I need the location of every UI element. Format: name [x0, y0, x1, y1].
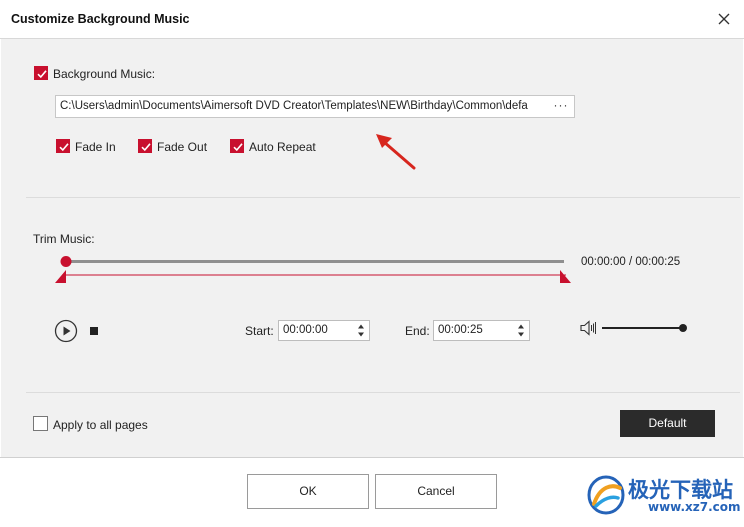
music-path-field[interactable]: C:\Users\admin\Documents\Aimersoft DVD C…: [55, 95, 575, 118]
music-path-text: C:\Users\admin\Documents\Aimersoft DVD C…: [60, 100, 528, 112]
watermark: 极光下载站 www.xz7.com: [584, 470, 741, 520]
spinner-arrows-icon[interactable]: [517, 323, 525, 338]
playhead-handle[interactable]: [60, 256, 72, 267]
play-icon: [63, 326, 71, 336]
trim-start-handle[interactable]: [55, 270, 66, 283]
checkmark-icon: [59, 143, 69, 152]
title-bar: Customize Background Music: [0, 0, 744, 39]
trim-slider[interactable]: [52, 252, 576, 286]
section-divider: [26, 197, 740, 198]
checkmark-icon: [233, 143, 243, 152]
section-divider: [26, 392, 740, 393]
auto-repeat-label: Auto Repeat: [249, 140, 316, 154]
trim-track: [64, 260, 564, 263]
time-display: 00:00:00 / 00:00:25: [581, 256, 681, 268]
checkmark-icon: [37, 70, 47, 79]
spinner-arrows-icon[interactable]: [357, 323, 365, 338]
start-time-input[interactable]: 00:00:00: [278, 320, 370, 341]
background-music-label: Background Music:: [53, 67, 156, 81]
trim-music-label: Trim Music:: [33, 232, 95, 246]
browse-button[interactable]: ···: [552, 98, 570, 114]
apply-all-checkbox[interactable]: [33, 416, 48, 431]
volume-handle[interactable]: [679, 324, 687, 332]
end-label: End:: [405, 324, 430, 338]
volume-slider[interactable]: [600, 322, 692, 334]
close-icon: [718, 13, 730, 25]
start-label: Start:: [245, 324, 274, 338]
ok-button[interactable]: OK: [247, 474, 369, 509]
end-time-value: 00:00:25: [438, 324, 483, 336]
end-time-input[interactable]: 00:00:25: [433, 320, 530, 341]
stop-button[interactable]: [89, 326, 99, 336]
fade-in-checkbox[interactable]: [56, 139, 70, 153]
start-time-value: 00:00:00: [283, 324, 328, 336]
trim-end-handle[interactable]: [560, 270, 571, 283]
auto-repeat-checkbox[interactable]: [230, 139, 244, 153]
close-button[interactable]: [714, 9, 734, 29]
dialog-title: Customize Background Music: [11, 12, 190, 26]
checkmark-icon: [141, 143, 151, 152]
annotation-arrow: [376, 134, 416, 170]
watermark-url: www.xz7.com: [648, 500, 741, 514]
cancel-button[interactable]: Cancel: [375, 474, 497, 509]
apply-all-label: Apply to all pages: [53, 418, 148, 432]
background-music-checkbox[interactable]: [34, 66, 48, 80]
fade-out-checkbox[interactable]: [138, 139, 152, 153]
watermark-logo-icon: [587, 475, 625, 515]
play-button[interactable]: [54, 319, 78, 343]
stop-icon: [90, 327, 98, 335]
fade-out-label: Fade Out: [157, 140, 208, 154]
default-button[interactable]: Default: [620, 410, 715, 437]
volume-icon[interactable]: [580, 320, 598, 336]
volume-track: [602, 327, 684, 329]
fade-in-label: Fade In: [75, 140, 116, 154]
